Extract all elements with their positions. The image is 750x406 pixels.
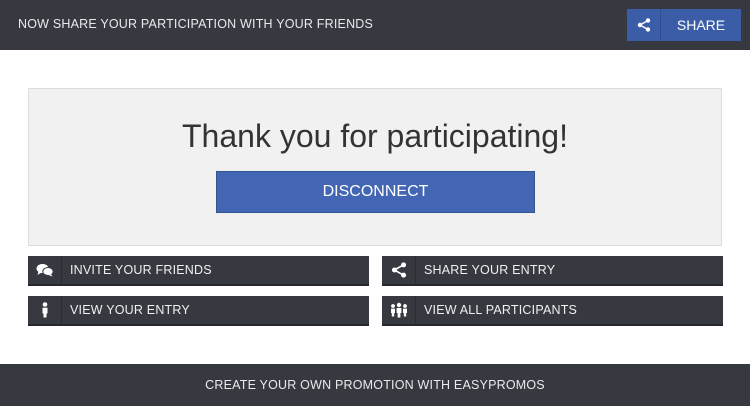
view-entry-button[interactable]: VIEW YOUR ENTRY [28,296,369,326]
share-icon [627,9,661,41]
thank-you-heading: Thank you for participating! [182,118,568,154]
disconnect-button[interactable]: DISCONNECT [216,171,535,213]
thank-you-panel [28,88,722,246]
group-icon [382,296,416,324]
create-promotion-link[interactable]: CREATE YOUR OWN PROMOTION WITH EASYPROMO… [205,378,545,392]
share-icon [382,256,416,284]
share-button-label: SHARE [676,17,726,33]
view-all-participants-label: VIEW ALL PARTICIPANTS [424,303,578,317]
view-entry-label: VIEW YOUR ENTRY [70,303,190,317]
view-all-participants-button[interactable]: VIEW ALL PARTICIPANTS [382,296,723,326]
chat-bubbles-icon [28,256,62,284]
share-prompt-text: NOW SHARE YOUR PARTICIPATION WITH YOUR F… [18,17,374,31]
share-entry-button[interactable]: SHARE YOUR ENTRY [382,256,723,286]
share-button[interactable]: SHARE [627,9,741,41]
person-icon [28,296,62,324]
invite-friends-label: INVITE YOUR FRIENDS [70,263,212,277]
footer-bar: CREATE YOUR OWN PROMOTION WITH EASYPROMO… [0,364,750,406]
invite-friends-button[interactable]: INVITE YOUR FRIENDS [28,256,369,286]
share-entry-label: SHARE YOUR ENTRY [424,263,556,277]
top-bar: NOW SHARE YOUR PARTICIPATION WITH YOUR F… [0,0,750,50]
